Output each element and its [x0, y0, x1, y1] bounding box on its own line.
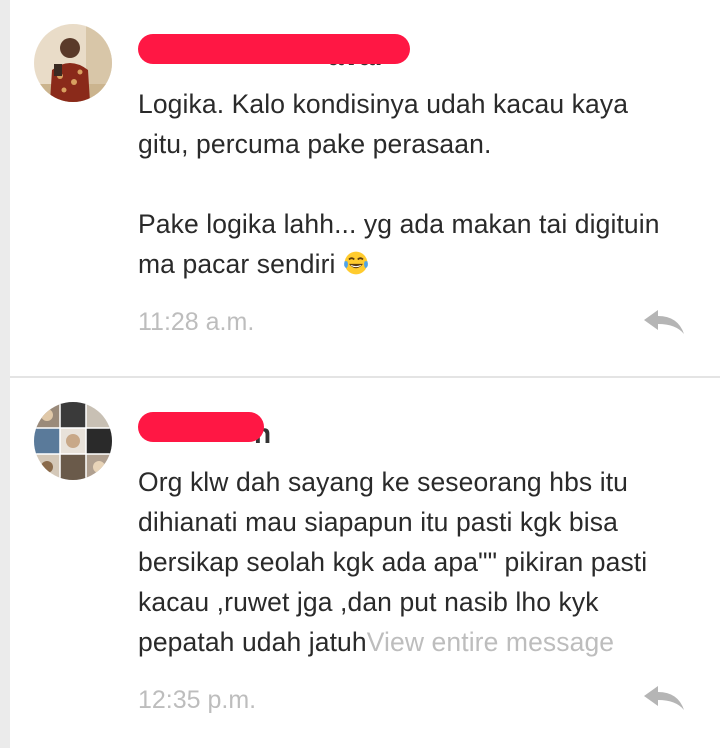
- comment-line: ma pacar sendiri: [138, 249, 336, 279]
- comment-item: h Org klw dah sayang ke seseorang hbs it…: [10, 378, 720, 748]
- reply-arrow-icon: [644, 686, 684, 710]
- comment-body: Org klw dah sayang ke seseorang hbs itu …: [138, 462, 698, 662]
- author-name[interactable]: h: [138, 410, 278, 449]
- comment-line: Logika. Kalo kondisinya udah kacau kaya: [138, 89, 629, 119]
- comment-timestamp: 11:28 a.m.: [138, 308, 255, 336]
- comment-line: bersikap seolah kgk ada apa"" pikiran pa…: [138, 547, 648, 577]
- comment-line: kacau ,ruwet jga ,dan put nasib lho kyk: [138, 587, 599, 617]
- comment-timestamp: 12:35 p.m.: [138, 686, 257, 714]
- redaction-mark: [138, 412, 264, 442]
- comment-body: Logika. Kalo kondisinya udah kacau kaya …: [138, 84, 698, 284]
- comment-paragraph: Pake logika lahh... yg ada makan tai dig…: [138, 204, 698, 284]
- avatar[interactable]: [34, 24, 112, 102]
- comment-line: dihianati mau siapapun itu pasti kgk bis…: [138, 507, 618, 537]
- avatar[interactable]: [34, 402, 112, 480]
- comment-line: Pake logika lahh... yg ada makan tai dig…: [138, 209, 660, 239]
- comment-line: gitu, percuma pake perasaan.: [138, 129, 492, 159]
- face-with-tears-of-joy-icon: [343, 251, 368, 275]
- comment-feed: avai Logika. Kalo kondisinya udah kacau …: [10, 0, 720, 748]
- reply-button[interactable]: [642, 684, 686, 714]
- comment-line: Org klw dah sayang ke seseorang hbs itu: [138, 467, 629, 497]
- comment-paragraph: Org klw dah sayang ke seseorang hbs itu …: [138, 462, 698, 662]
- author-name[interactable]: avai: [138, 34, 410, 71]
- comment-paragraph: Logika. Kalo kondisinya udah kacau kaya …: [138, 84, 698, 164]
- view-entire-message-link[interactable]: View entire message: [367, 627, 614, 657]
- reply-arrow-icon: [644, 310, 684, 334]
- avatar-photo: [34, 402, 112, 480]
- avatar-photo: [34, 24, 112, 102]
- comment-item: avai Logika. Kalo kondisinya udah kacau …: [10, 0, 720, 376]
- comment-line: pepatah udah jatuh: [138, 627, 367, 657]
- redaction-mark: [138, 34, 410, 64]
- reply-button[interactable]: [642, 308, 686, 338]
